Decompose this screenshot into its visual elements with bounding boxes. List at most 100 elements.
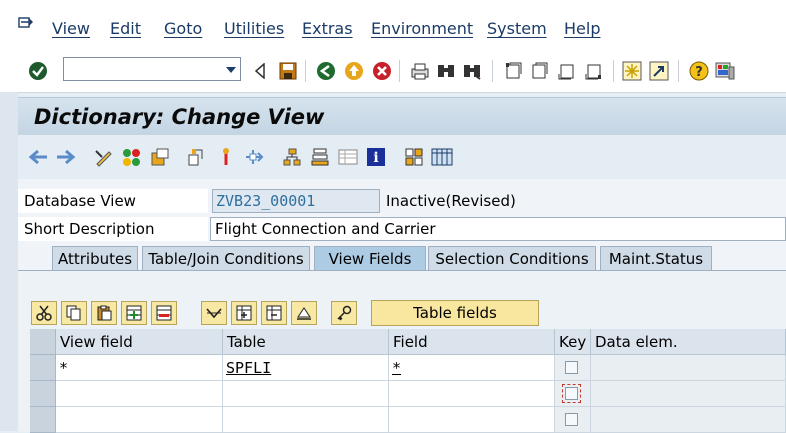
view-status-text: Inactive(Revised): [386, 192, 516, 210]
field-cell-text: *: [392, 359, 402, 377]
page-title: Dictionary: Change View: [34, 105, 325, 129]
menu-bar: View Edit Goto Utilities Extras Environm…: [0, 0, 786, 52]
columns-icon[interactable]: [431, 146, 453, 168]
field-cell[interactable]: *: [389, 355, 555, 381]
table-fields-button[interactable]: Table fields: [371, 300, 539, 326]
menu-help[interactable]: Help: [564, 19, 600, 38]
data-element-cell: [591, 355, 786, 381]
paste-icon[interactable]: [91, 301, 117, 325]
svg-text:i: i: [373, 150, 378, 166]
menu-goto[interactable]: Goto: [164, 19, 202, 38]
data-element-cell: [591, 381, 786, 407]
svg-text:?: ?: [695, 65, 703, 80]
menu-extras[interactable]: Extras: [302, 19, 353, 38]
view-field-cell[interactable]: [56, 381, 223, 407]
cancel-icon[interactable]: [371, 60, 393, 82]
column-header-data-element[interactable]: Data elem.: [591, 329, 786, 355]
shortcut-icon[interactable]: [648, 60, 670, 82]
print-icon[interactable]: [409, 60, 431, 82]
save-icon[interactable]: [277, 60, 299, 82]
command-field[interactable]: [63, 57, 241, 81]
previous-page-icon[interactable]: [528, 60, 550, 82]
collapse-left-icon[interactable]: [249, 60, 271, 82]
forward-arrow-icon[interactable]: [55, 146, 77, 168]
grid-layout-icon[interactable]: [403, 146, 425, 168]
hierarchy-icon[interactable]: [281, 146, 303, 168]
navigation-icon[interactable]: [243, 146, 265, 168]
row-selector[interactable]: [30, 407, 56, 433]
insert-row-icon[interactable]: [121, 301, 147, 325]
key-checkbox[interactable]: [562, 384, 581, 403]
last-page-icon[interactable]: [583, 60, 605, 82]
tab-strip: Attributes Table/Join Conditions View Fi…: [18, 244, 786, 270]
check-objects-icon[interactable]: [121, 146, 143, 168]
exit-icon[interactable]: [343, 60, 365, 82]
first-page-icon[interactable]: [502, 60, 524, 82]
back-arrow-icon[interactable]: [27, 146, 49, 168]
menu-icon[interactable]: [18, 16, 34, 30]
command-input[interactable]: [68, 59, 222, 81]
column-header-field[interactable]: Field: [389, 329, 555, 355]
tab-maint-status[interactable]: Maint.Status: [600, 246, 712, 270]
key-icon[interactable]: [331, 301, 357, 325]
view-fields-table: View field Table Field Key Data elem. * …: [30, 329, 786, 433]
find-next-icon[interactable]: [461, 60, 483, 82]
database-view-field[interactable]: ZVB23_00001: [212, 189, 380, 213]
tab-attributes[interactable]: Attributes: [52, 246, 138, 270]
activate-icon[interactable]: [149, 146, 171, 168]
standard-toolbar: ?: [0, 52, 786, 93]
where-used-icon[interactable]: [185, 146, 207, 168]
table-cell[interactable]: [223, 407, 389, 433]
field-cell[interactable]: [389, 381, 555, 407]
object-list-icon[interactable]: [215, 146, 237, 168]
deselect-all-icon[interactable]: [261, 301, 287, 325]
copy-icon[interactable]: [61, 301, 87, 325]
enter-check-icon[interactable]: [27, 60, 49, 82]
key-checkbox[interactable]: [565, 413, 578, 426]
view-field-cell[interactable]: *: [56, 355, 223, 381]
tab-selection-conditions[interactable]: Selection Conditions: [428, 246, 596, 270]
menu-system[interactable]: System: [487, 19, 547, 38]
short-description-label: Short Description: [18, 217, 208, 241]
select-all-icon[interactable]: [201, 301, 227, 325]
key-checkbox[interactable]: [565, 361, 578, 374]
short-description-field[interactable]: Flight Connection and Carrier: [210, 217, 786, 241]
key-cell: [555, 407, 591, 433]
stack-icon[interactable]: [309, 146, 331, 168]
view-field-cell[interactable]: [56, 407, 223, 433]
key-cell: [555, 381, 591, 407]
column-header-key[interactable]: Key: [555, 329, 591, 355]
table-cell[interactable]: [223, 381, 389, 407]
key-cell: [555, 355, 591, 381]
delete-row-icon[interactable]: [151, 301, 177, 325]
database-view-label: Database View: [18, 189, 208, 213]
sort-icon[interactable]: [291, 301, 317, 325]
help-icon[interactable]: ?: [688, 60, 710, 82]
menu-utilities[interactable]: Utilities: [224, 19, 284, 38]
field-cell[interactable]: [389, 407, 555, 433]
menu-environment[interactable]: Environment: [371, 19, 473, 38]
next-page-icon[interactable]: [556, 60, 578, 82]
select-block-icon[interactable]: [231, 301, 257, 325]
table-cell-text: SPFLI: [226, 359, 272, 377]
menu-view[interactable]: View: [52, 19, 90, 38]
left-gutter: [0, 92, 18, 431]
display-change-icon[interactable]: [93, 146, 115, 168]
select-all-corner[interactable]: [30, 329, 56, 355]
new-session-icon[interactable]: [621, 60, 643, 82]
cut-icon[interactable]: [31, 301, 57, 325]
chevron-down-icon[interactable]: [226, 67, 236, 73]
column-header-view-field[interactable]: View field: [56, 329, 223, 355]
column-header-table[interactable]: Table: [223, 329, 389, 355]
info-icon[interactable]: i: [365, 146, 387, 168]
tab-view-fields[interactable]: View Fields: [314, 246, 426, 270]
row-selector[interactable]: [30, 355, 56, 381]
menu-edit[interactable]: Edit: [110, 19, 141, 38]
find-icon[interactable]: [435, 60, 457, 82]
customize-layout-icon[interactable]: [714, 60, 736, 82]
table-cell[interactable]: SPFLI: [223, 355, 389, 381]
row-selector[interactable]: [30, 381, 56, 407]
table-view-icon[interactable]: [337, 146, 359, 168]
tab-table-join-conditions[interactable]: Table/Join Conditions: [142, 246, 310, 270]
back-icon[interactable]: [315, 60, 337, 82]
